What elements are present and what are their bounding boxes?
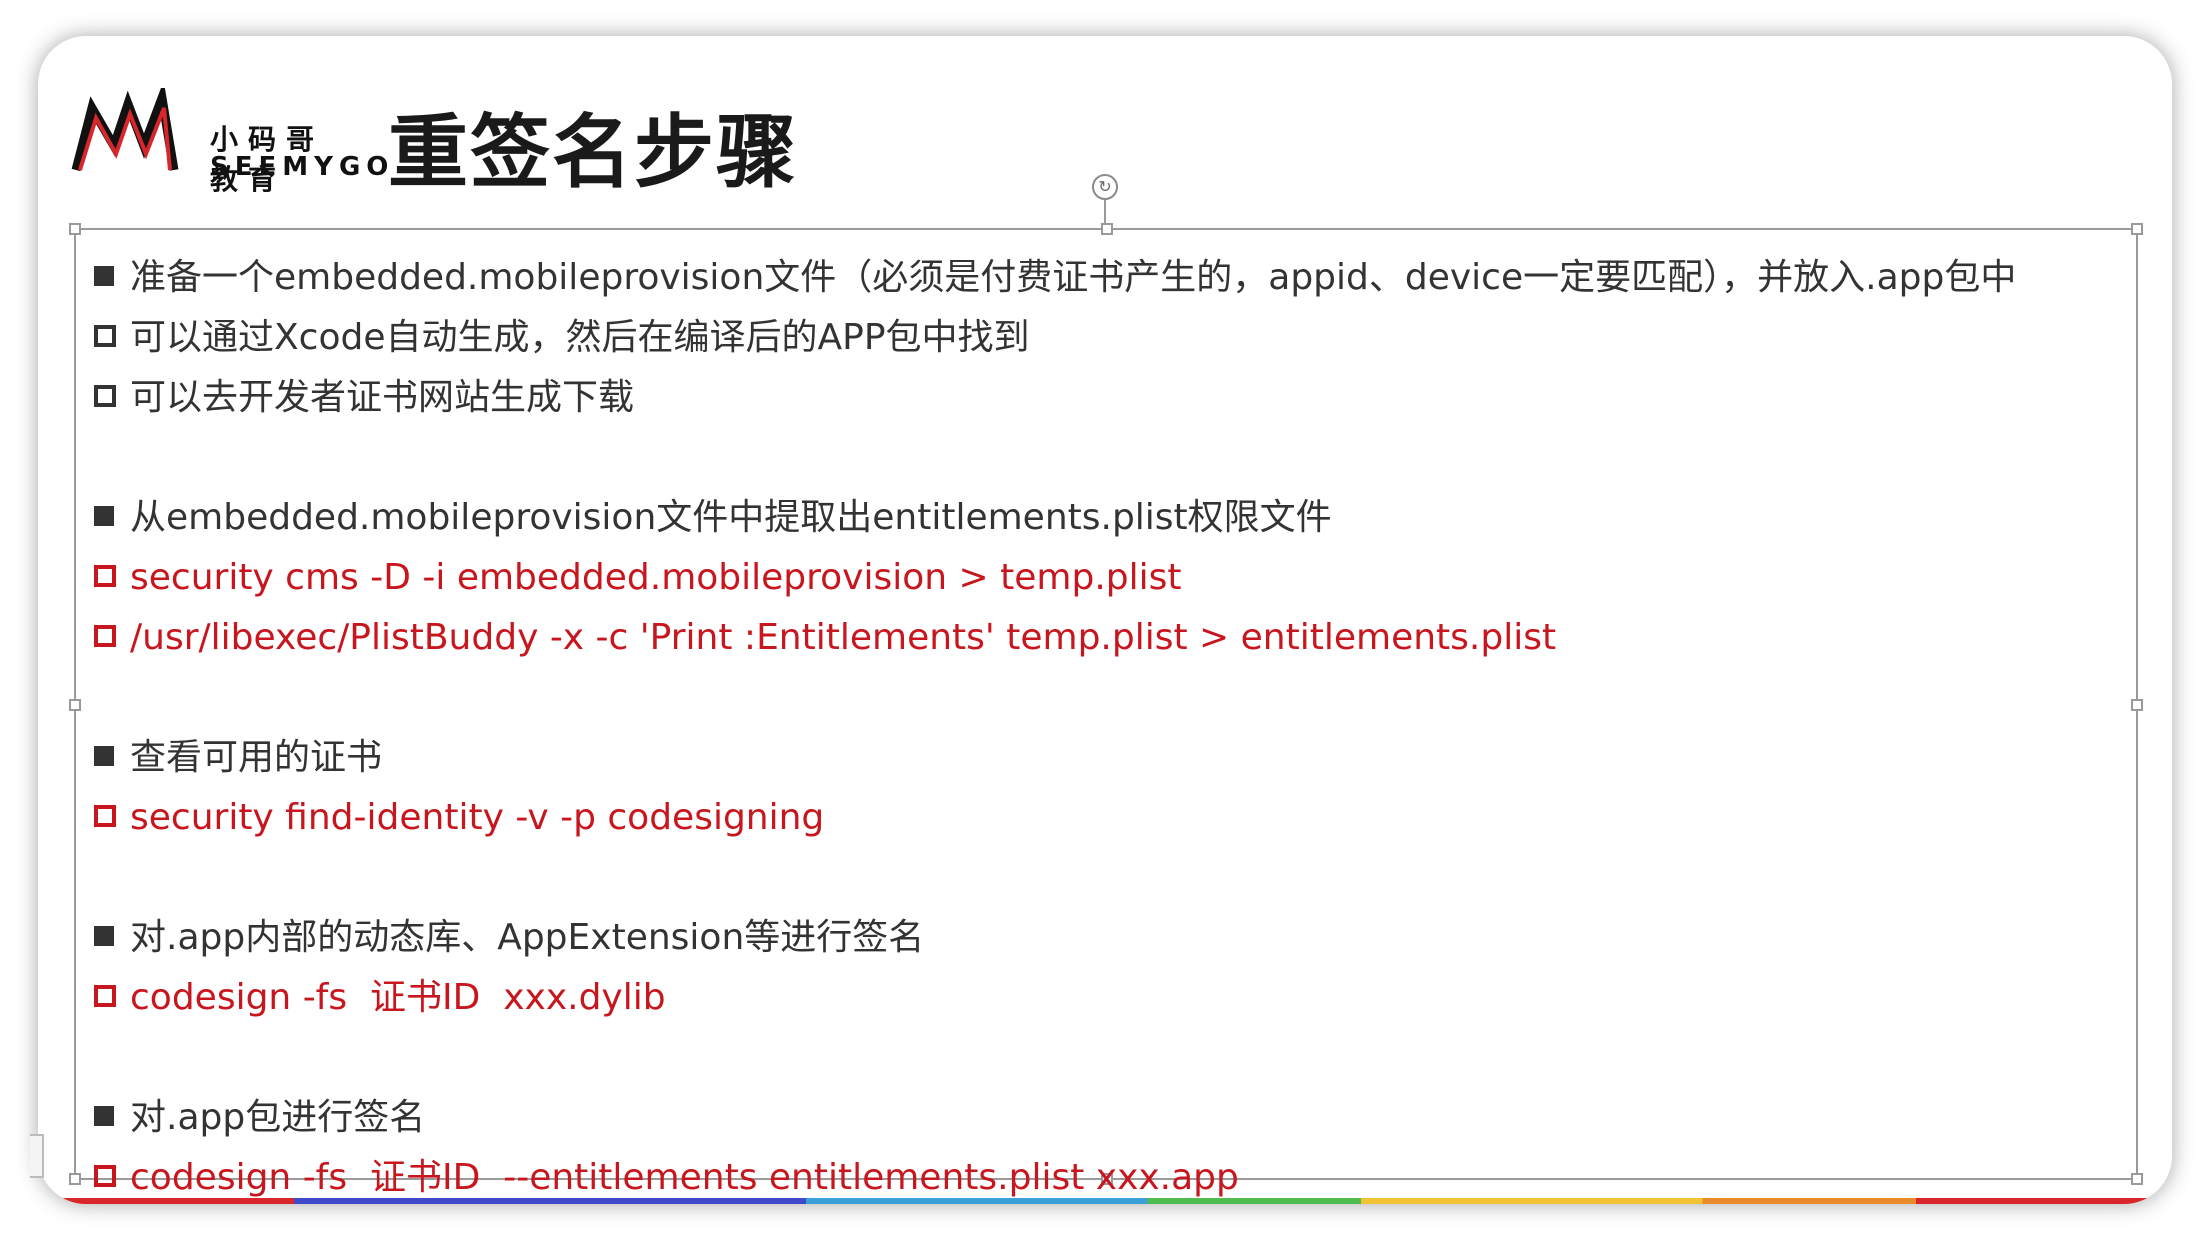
bullet-line: 对.app包进行签名	[94, 1096, 425, 1140]
seemygo-logo: 小码哥教育 SEEMYGO	[70, 88, 388, 196]
screen: 小码哥教育 SEEMYGO 重签名步骤 ↻ 准备一个embedded.mobil…	[0, 0, 2208, 1242]
command-text: codesign -fs 证书ID --entitlements entitle…	[130, 1157, 1239, 1198]
line-text: 从embedded.mobileprovision文件中提取出entitleme…	[130, 497, 1332, 538]
command-text: codesign -fs 证书ID xxx.dylib	[130, 977, 666, 1018]
bullet-line: 准备一个embedded.mobileprovision文件（必须是付费证书产生…	[94, 256, 2016, 300]
resize-handle-bottom-left[interactable]	[69, 1173, 81, 1185]
command-line: codesign -fs 证书ID xxx.dylib	[94, 976, 666, 1020]
resize-handle-top-left[interactable]	[69, 223, 81, 235]
command-line: /usr/libexec/PlistBuddy -x -c 'Print :En…	[94, 616, 1556, 660]
hollow-square-bullet-icon	[94, 385, 116, 407]
hollow-square-bullet-icon	[94, 985, 116, 1007]
square-bullet-icon	[94, 266, 114, 286]
command-line: security cms -D -i embedded.mobileprovis…	[94, 556, 1182, 600]
line-text: 对.app包进行签名	[130, 1097, 426, 1138]
command-text: security cms -D -i embedded.mobileprovis…	[130, 557, 1182, 598]
line-text: 可以通过Xcode自动生成，然后在编译后的APP包中找到	[130, 317, 1030, 358]
logo-m-icon	[71, 88, 179, 172]
presentation-slide[interactable]: 小码哥教育 SEEMYGO 重签名步骤 ↻ 准备一个embedded.mobil…	[38, 36, 2172, 1204]
side-panel-tab[interactable]	[30, 1134, 44, 1178]
rainbow-footer-bar	[38, 1198, 2172, 1204]
logo-english-text: SEEMYGO	[210, 152, 395, 182]
resize-handle-bottom-right[interactable]	[2131, 1173, 2143, 1185]
hollow-square-bullet-icon	[94, 805, 116, 827]
command-line: security find-identity -v -p codesigning	[94, 796, 824, 840]
bullet-line: 从embedded.mobileprovision文件中提取出entitleme…	[94, 496, 1332, 540]
hollow-square-bullet-icon	[94, 625, 116, 647]
bullet-line: 可以去开发者证书网站生成下载	[94, 376, 634, 420]
bullet-line: 对.app内部的动态库、AppExtension等进行签名	[94, 916, 924, 960]
hollow-square-bullet-icon	[94, 1165, 116, 1187]
resize-handle-middle-left[interactable]	[69, 699, 81, 711]
slide-title[interactable]: 重签名步骤	[388, 88, 798, 204]
line-text: 准备一个embedded.mobileprovision文件（必须是付费证书产生…	[130, 257, 2017, 298]
line-text: 可以去开发者证书网站生成下载	[130, 377, 635, 418]
resize-handle-middle-right[interactable]	[2131, 699, 2143, 711]
square-bullet-icon	[94, 1106, 114, 1126]
resize-handle-top-right[interactable]	[2131, 223, 2143, 235]
square-bullet-icon	[94, 926, 114, 946]
resize-handle-top-center[interactable]	[1101, 223, 1113, 235]
command-text: /usr/libexec/PlistBuddy -x -c 'Print :En…	[130, 617, 1557, 658]
text-box-selection[interactable]	[69, 223, 2143, 1185]
square-bullet-icon	[94, 506, 114, 526]
command-text: security find-identity -v -p codesigning	[130, 797, 825, 838]
square-bullet-icon	[94, 746, 114, 766]
bullet-line: 可以通过Xcode自动生成，然后在编译后的APP包中找到	[94, 316, 1030, 360]
command-line: codesign -fs 证书ID --entitlements entitle…	[94, 1156, 1239, 1200]
line-text: 对.app内部的动态库、AppExtension等进行签名	[130, 917, 925, 958]
hollow-square-bullet-icon	[94, 325, 116, 347]
rotate-handle-icon[interactable]: ↻	[1092, 174, 1118, 200]
hollow-square-bullet-icon	[94, 565, 116, 587]
bullet-line: 查看可用的证书	[94, 736, 382, 780]
line-text: 查看可用的证书	[130, 737, 383, 778]
